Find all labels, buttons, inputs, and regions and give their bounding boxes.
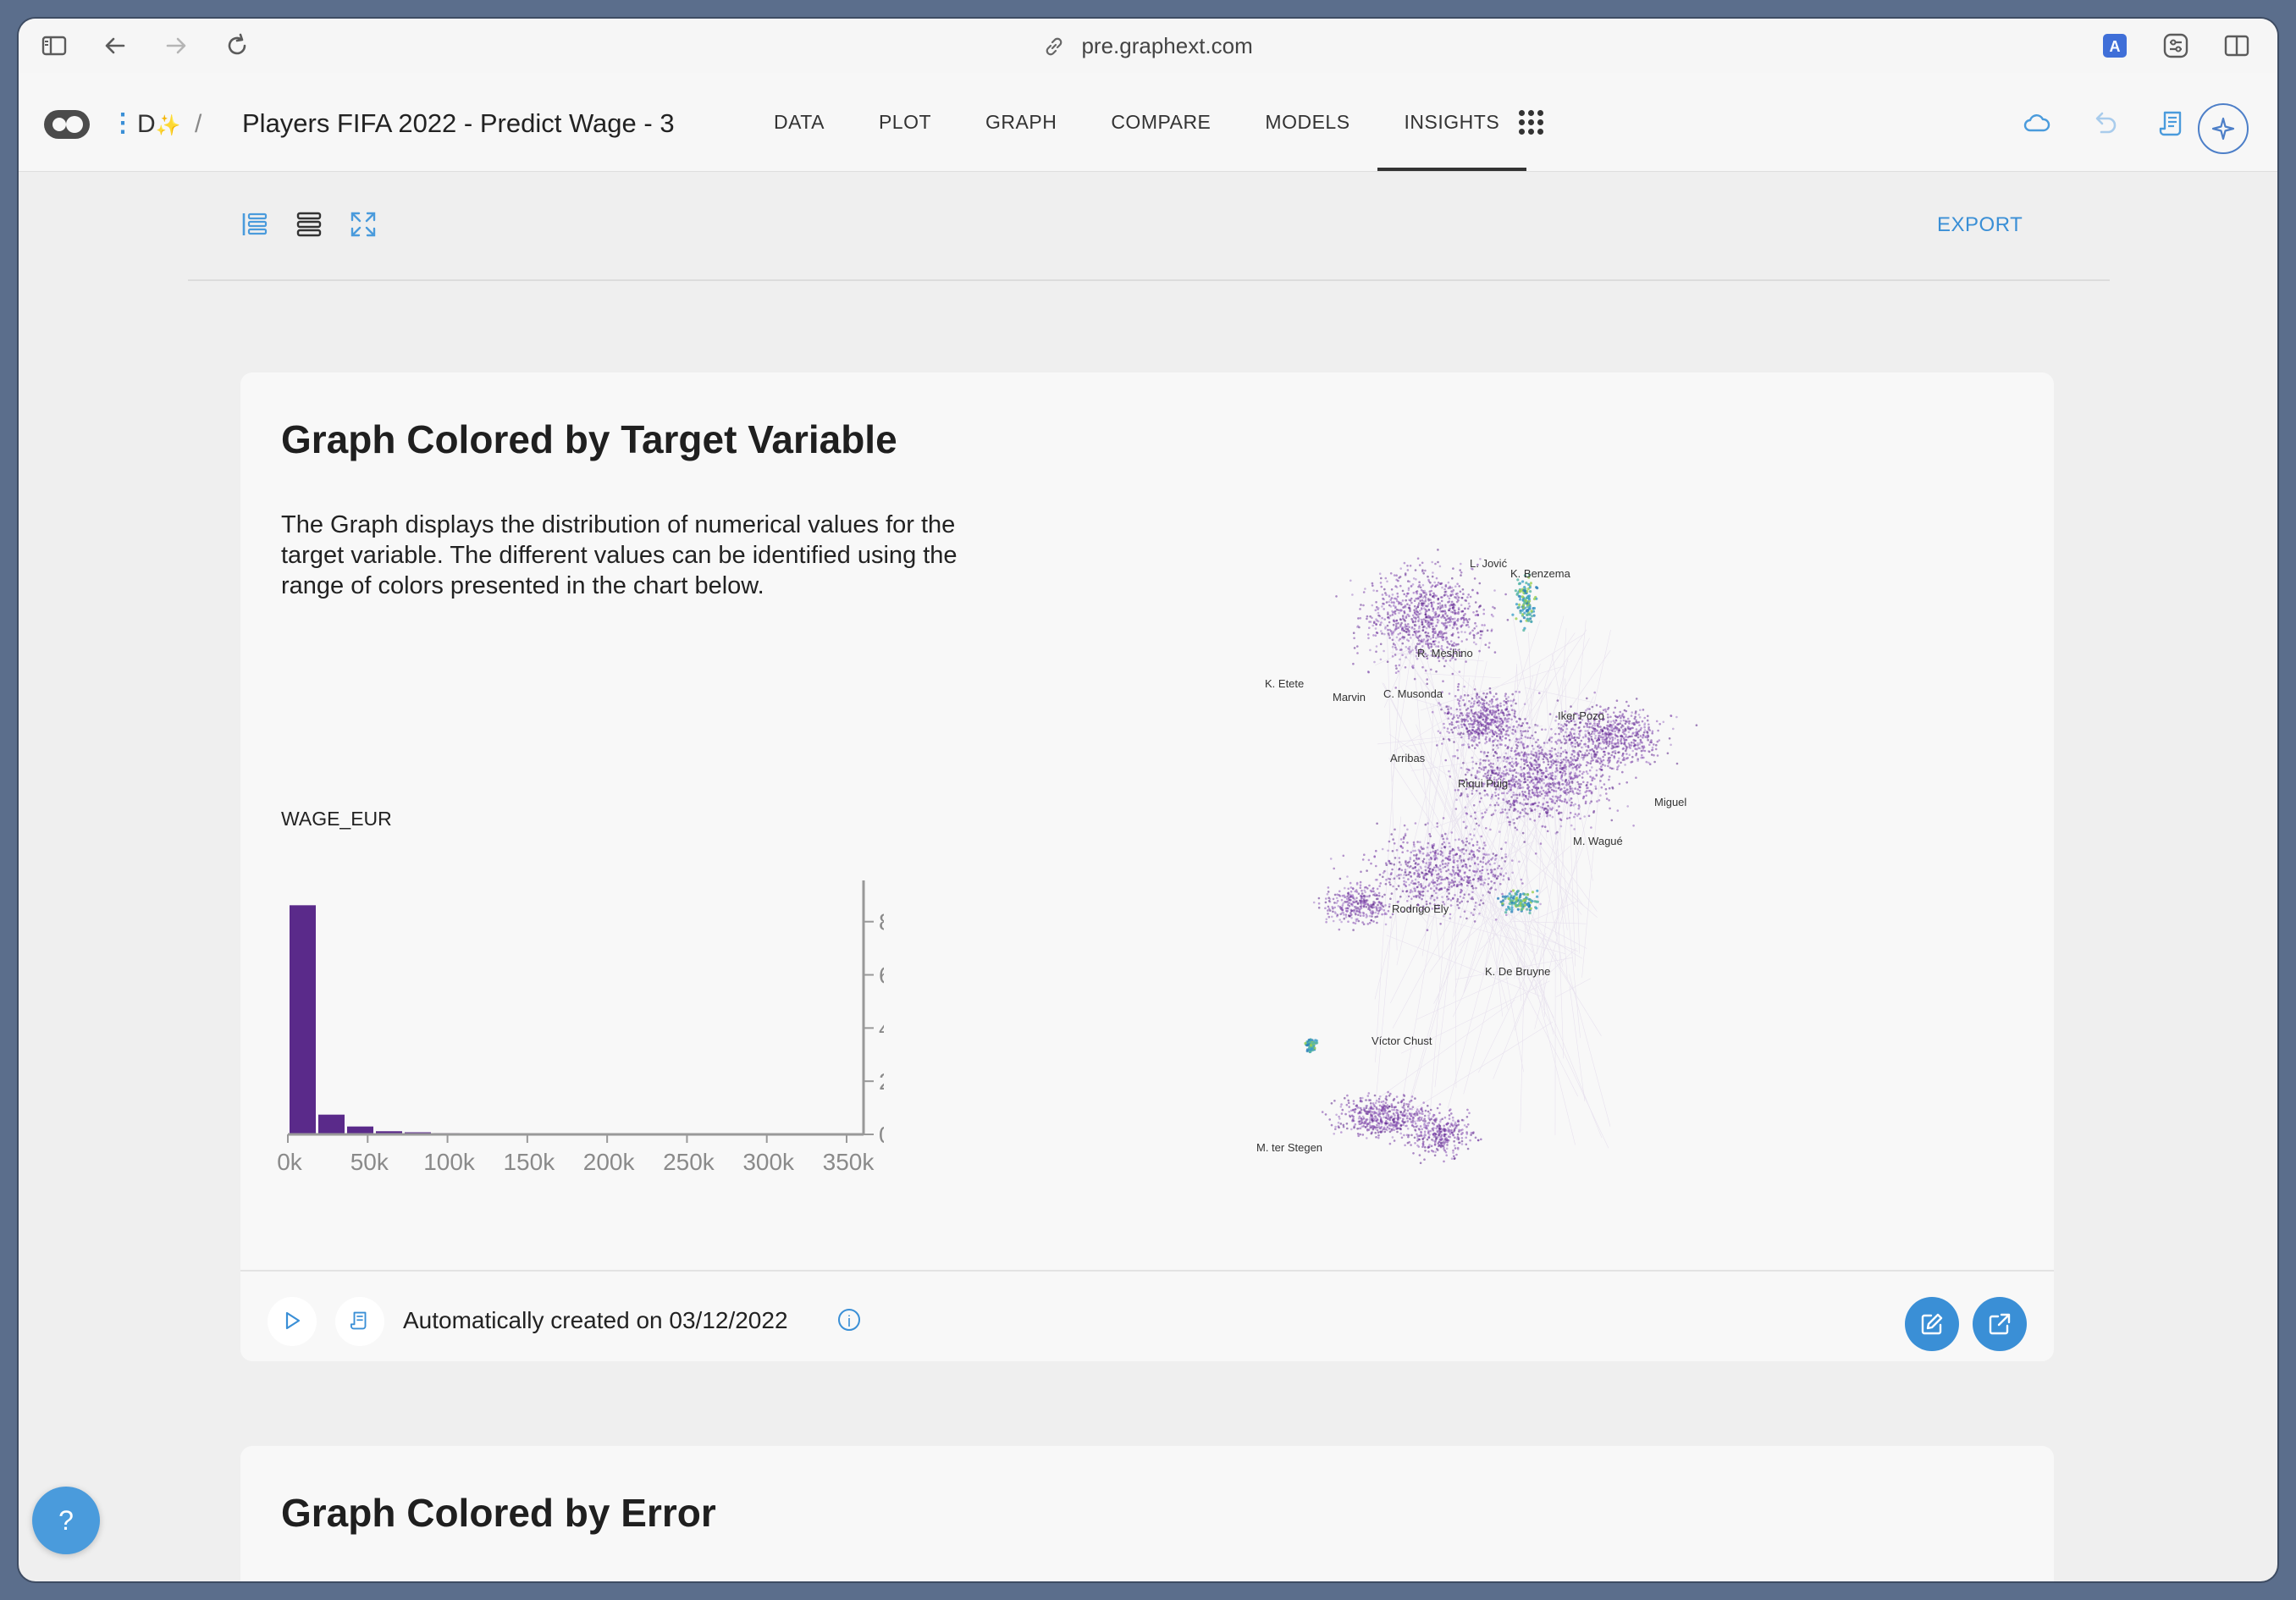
graph-node-label[interactable]: L. Jović	[1470, 557, 1508, 570]
insights-toolbar: EXPORT	[19, 171, 2277, 281]
graph-node-label[interactable]: K. Benzema	[1510, 567, 1571, 580]
y-tick-label: 20%	[879, 1068, 884, 1095]
open-external-button[interactable]	[1973, 1297, 2027, 1351]
info-icon[interactable]: i	[838, 1309, 860, 1331]
link-icon	[1043, 33, 1071, 58]
tab-graph[interactable]: GRAPH	[958, 73, 1084, 171]
apps-grid-icon[interactable]	[1519, 110, 1544, 135]
y-tick-label: 60%	[879, 963, 884, 989]
svg-text:A: A	[2110, 38, 2121, 55]
graph-node-label[interactable]: Arribas	[1390, 752, 1426, 764]
graph-nodes	[1304, 549, 1698, 1165]
graph-node-label[interactable]: R. Meshino	[1417, 647, 1473, 659]
workspace-emoji: ✨	[155, 114, 181, 137]
x-tick-label: 50k	[350, 1149, 389, 1175]
insight-card-error: Graph Colored by Error	[240, 1446, 2054, 1581]
graph-node-label[interactable]: Riqui Puig	[1458, 777, 1508, 790]
tab-data[interactable]: DATA	[747, 73, 852, 171]
expand-icon[interactable]	[349, 210, 378, 239]
graph-node-label[interactable]: Rodrigo Ely	[1392, 902, 1449, 915]
x-tick-label: 0k	[277, 1149, 303, 1175]
help-button[interactable]: ?	[32, 1487, 100, 1554]
network-graph[interactable]: L. JovićK. Benzema R. Meshino K. Etete Marv…	[1256, 508, 1764, 1185]
insight-description: The Graph displays the distribution of n…	[281, 511, 958, 599]
x-tick-label: 300k	[742, 1149, 795, 1175]
url-text: pre.graphext.com	[1081, 33, 1253, 58]
graph-node-label[interactable]: Miguel	[1654, 796, 1686, 808]
edit-button[interactable]	[1905, 1297, 1959, 1351]
main-tabs: DATA PLOT GRAPH COMPARE MODELS INSIGHTS	[747, 73, 1527, 171]
target-variable-label: WAGE_EUR	[281, 808, 392, 830]
translate-icon[interactable]: A	[2101, 32, 2128, 59]
graph-node-label[interactable]: C. Musonda	[1383, 687, 1443, 700]
graph-node-label[interactable]: M. ter Stegen	[1256, 1141, 1322, 1154]
graph-node-label[interactable]: K. Etete	[1265, 677, 1304, 690]
x-tick-label: 350k	[823, 1149, 875, 1175]
graph-node-label[interactable]: K. De Bruyne	[1485, 965, 1550, 978]
list-view-icon[interactable]	[295, 210, 323, 239]
address-bar[interactable]: pre.graphext.com	[19, 32, 2277, 59]
x-tick-label: 250k	[663, 1149, 715, 1175]
toolbar-divider	[188, 279, 2110, 281]
x-tick-label: 150k	[503, 1149, 555, 1175]
created-date: Automatically created on 03/12/2022	[403, 1307, 788, 1333]
x-tick-label: 200k	[583, 1149, 636, 1175]
script-log-icon[interactable]	[2157, 108, 2188, 139]
project-title[interactable]: Players FIFA 2022 - Predict Wage - 3	[242, 108, 675, 139]
undo-icon[interactable]	[2089, 108, 2120, 139]
workspace-menu-icon[interactable]: ⋮	[110, 110, 135, 137]
workspace-selector[interactable]: D✨	[137, 110, 181, 141]
play-button[interactable]	[268, 1297, 317, 1346]
insight-card: Graph Colored by Target Variable The Gra…	[240, 372, 2054, 1361]
browser-window: pre.graphext.com A ⋮ D✨ / Players FIFA 2…	[19, 19, 2277, 1581]
graph-node-label[interactable]: Marvin	[1333, 691, 1366, 703]
browser-toolbar: pre.graphext.com A	[19, 19, 2277, 74]
graphext-logo-icon[interactable]	[44, 110, 90, 139]
y-tick-label: 0%	[879, 1122, 884, 1148]
breadcrumb-separator: /	[195, 110, 202, 138]
recipe-icon[interactable]	[335, 1297, 384, 1346]
outline-view-icon[interactable]	[240, 210, 269, 239]
ai-assistant-button[interactable]	[2198, 103, 2249, 154]
wage-histogram: 0k 50k 100k 150k 200k 250k 300k 350k0% 20% 40% 60%…	[277, 880, 884, 1175]
export-button[interactable]: EXPORT	[1937, 213, 2023, 237]
tab-insights[interactable]: INSIGHTS	[1377, 73, 1527, 171]
tab-compare[interactable]: COMPARE	[1084, 73, 1238, 171]
insight-footer: Automatically created on 03/12/2022 i	[240, 1270, 2054, 1363]
insight-title-error: Graph Colored by Error	[281, 1491, 716, 1535]
workspace-initial: D	[137, 110, 156, 138]
x-tick-label: 100k	[423, 1149, 476, 1175]
cloud-sync-icon[interactable]	[2022, 108, 2052, 139]
tab-models[interactable]: MODELS	[1238, 73, 1377, 171]
tab-plot[interactable]: PLOT	[852, 73, 958, 171]
graph-node-label[interactable]: Iker Pozo	[1558, 709, 1604, 722]
insight-title: Graph Colored by Target Variable	[281, 417, 897, 461]
y-tick-label: 80%	[879, 909, 884, 935]
split-view-icon[interactable]	[2223, 32, 2250, 59]
histogram-bar[interactable]	[318, 1114, 345, 1134]
app-header: ⋮ D✨ / Players FIFA 2022 - Predict Wage …	[19, 73, 2277, 172]
graph-node-label[interactable]: M. Wagué	[1573, 835, 1623, 847]
extension-icon[interactable]	[2162, 32, 2189, 59]
graph-node-label[interactable]: Víctor Chust	[1372, 1034, 1432, 1047]
histogram-bar[interactable]	[290, 905, 316, 1134]
y-tick-label: 40%	[879, 1015, 884, 1041]
